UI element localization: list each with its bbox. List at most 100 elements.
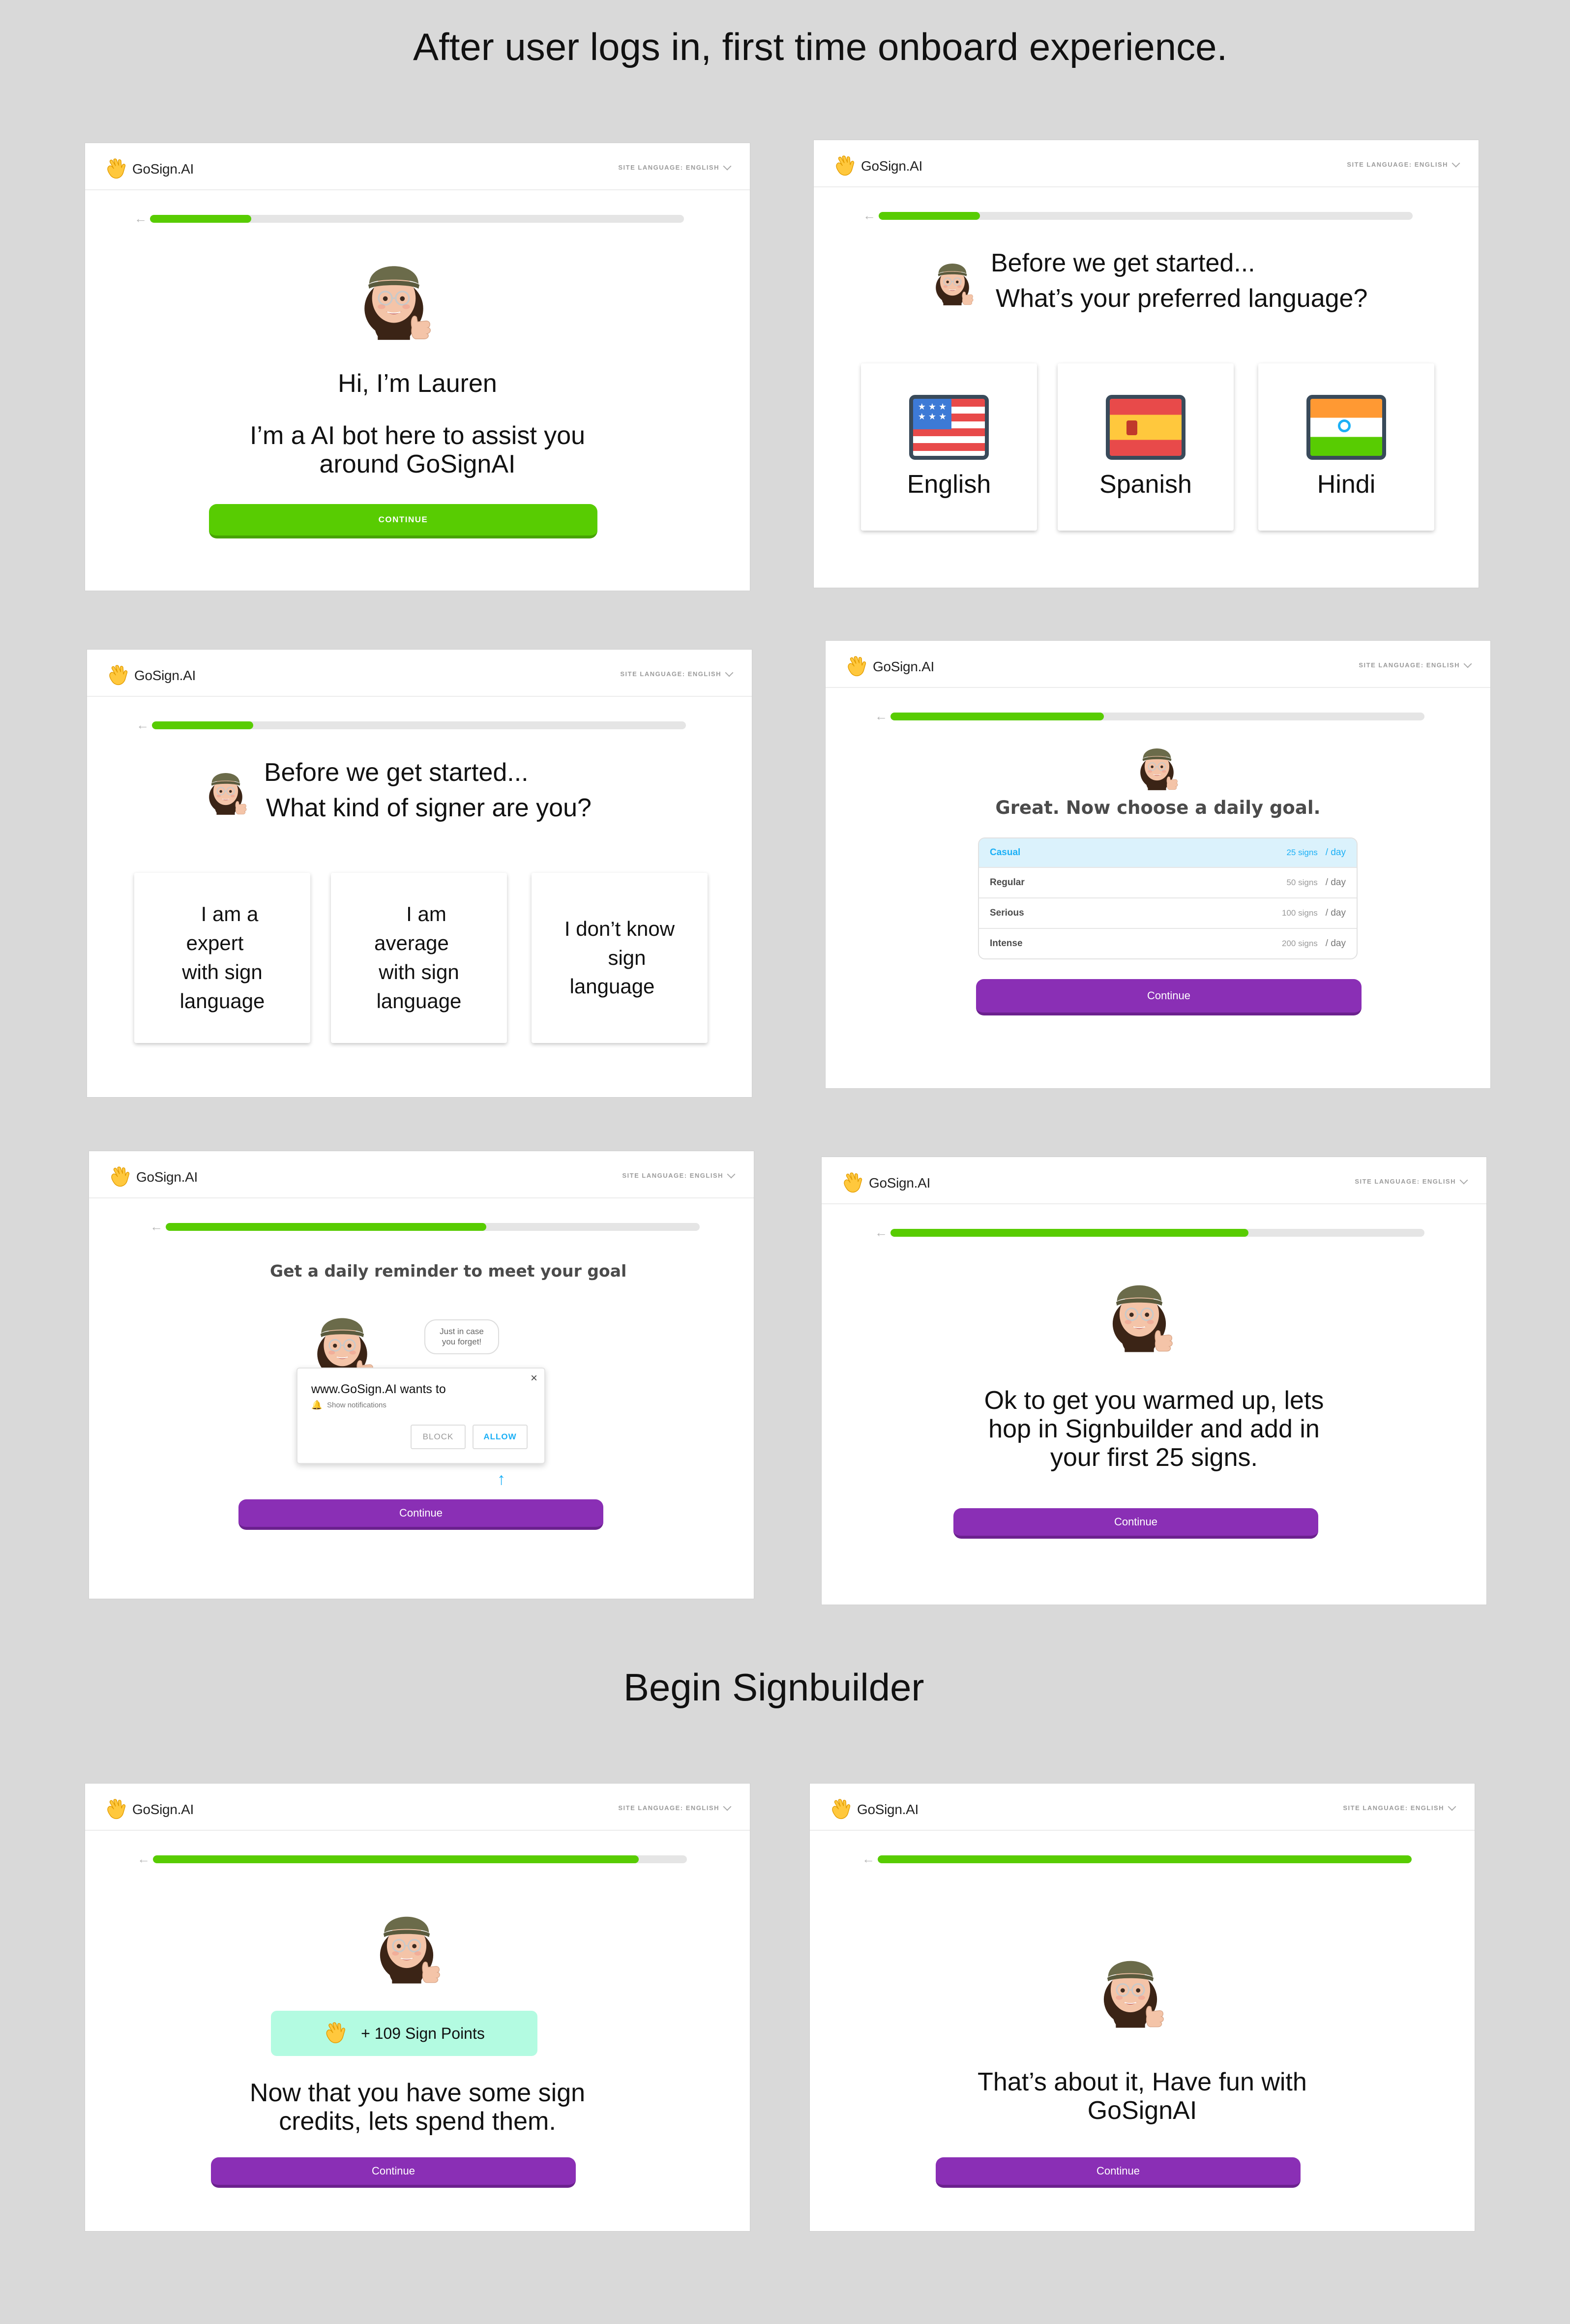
language-label: Spanish bbox=[1099, 470, 1192, 499]
site-language-dropdown[interactable]: SITE LANGUAGE: ENGLISH bbox=[618, 162, 732, 171]
site-language-dropdown[interactable]: SITE LANGUAGE: ENGLISH bbox=[1359, 659, 1472, 669]
signer-option-expert[interactable]: I am a expert with sign language bbox=[134, 873, 310, 1043]
logo-text: GoSign.AI bbox=[134, 668, 196, 683]
allow-button[interactable]: ALLOW bbox=[473, 1425, 528, 1449]
question-line-1: Before we get started... bbox=[264, 758, 529, 787]
chevron-down-icon bbox=[1463, 659, 1472, 668]
progress-fill bbox=[878, 1855, 1412, 1863]
logo[interactable]: GoSign.AI bbox=[109, 1166, 198, 1189]
screen-warmup: GoSign.AI SITE LANGUAGE: ENGLISH ← Ok to… bbox=[821, 1157, 1487, 1605]
site-language-dropdown[interactable]: SITE LANGUAGE: ENGLISH bbox=[620, 668, 734, 678]
goal-option-regular[interactable]: Regular 50 signs / day bbox=[979, 867, 1357, 897]
logo-text: GoSign.AI bbox=[132, 161, 194, 177]
logo[interactable]: GoSign.AI bbox=[105, 1798, 194, 1821]
block-button[interactable]: BLOCK bbox=[411, 1425, 466, 1449]
language-option-hindi[interactable]: Hindi bbox=[1258, 363, 1434, 531]
arrow-left-icon[interactable]: ← bbox=[862, 1851, 875, 1867]
continue-button[interactable]: Continue bbox=[238, 1499, 603, 1530]
waving-hand-icon bbox=[326, 2022, 346, 2043]
option-label: I don’t know sign language bbox=[564, 917, 675, 998]
chevron-down-icon bbox=[723, 1802, 732, 1811]
warmup-line-1: Ok to get you warmed up, lets bbox=[984, 1386, 1324, 1415]
intro-line-a: I’m a AI bot here to assist you bbox=[249, 421, 586, 450]
arrow-left-icon[interactable]: ← bbox=[137, 1851, 150, 1867]
continue-button[interactable]: Continue bbox=[976, 979, 1362, 1015]
chevron-down-icon bbox=[723, 162, 732, 170]
progress-bar bbox=[153, 1855, 687, 1863]
logo[interactable]: GoSign.AI bbox=[105, 158, 194, 180]
site-language-dropdown[interactable]: SITE LANGUAGE: ENGLISH bbox=[622, 1170, 736, 1179]
lauren-avatar bbox=[208, 773, 247, 815]
progress-fill bbox=[890, 713, 1104, 720]
goal-per-day: / day bbox=[1325, 938, 1346, 949]
close-icon[interactable]: × bbox=[531, 1371, 537, 1385]
logo[interactable]: GoSign.AI bbox=[829, 1798, 918, 1821]
progress-bar bbox=[152, 721, 686, 729]
goal-option-serious[interactable]: Serious 100 signs / day bbox=[979, 897, 1357, 928]
final-line-1: That’s about it, Have fun with bbox=[978, 2068, 1307, 2096]
intro-greeting: Hi, I’m Lauren bbox=[338, 369, 497, 398]
progress-bar bbox=[878, 1855, 1412, 1863]
screen-reminder: GoSign.AI SITE LANGUAGE: ENGLISH ← Get a… bbox=[89, 1151, 754, 1599]
top-bar: GoSign.AI SITE LANGUAGE: ENGLISH bbox=[85, 143, 750, 190]
progress-fill bbox=[152, 721, 254, 729]
language-option-spanish[interactable]: Spanish bbox=[1058, 363, 1234, 531]
arrow-left-icon[interactable]: ← bbox=[875, 709, 888, 724]
continue-button[interactable]: CONTINUE bbox=[209, 504, 597, 538]
progress-fill bbox=[166, 1223, 486, 1231]
screen-signer-level: GoSign.AI SITE LANGUAGE: ENGLISH ← Befor… bbox=[87, 649, 752, 1098]
goal-title: Great. Now choose a daily goal. bbox=[995, 797, 1321, 818]
logo[interactable]: GoSign.AI bbox=[107, 664, 196, 687]
arrow-left-icon[interactable]: ← bbox=[863, 208, 876, 223]
progress-fill bbox=[890, 1229, 1248, 1237]
language-option-english[interactable]: ★ ★ ★ ★ ★ ★ English bbox=[861, 363, 1037, 531]
question-line-2: What’s your preferred language? bbox=[996, 284, 1368, 313]
lauren-avatar bbox=[935, 263, 974, 306]
warmup-line-2: hop in Signbuilder and add in bbox=[988, 1415, 1320, 1443]
goal-option-casual[interactable]: Casual 25 signs / day bbox=[979, 838, 1357, 868]
arrow-left-icon[interactable]: ← bbox=[134, 211, 147, 226]
goal-name: Serious bbox=[990, 908, 1024, 918]
signer-option-average[interactable]: I am average with sign language bbox=[331, 873, 507, 1043]
chevron-down-icon bbox=[1452, 159, 1460, 167]
logo-text: GoSign.AI bbox=[873, 659, 934, 674]
goal-option-intense[interactable]: Intense 200 signs / day bbox=[979, 928, 1357, 958]
logo[interactable]: GoSign.AI bbox=[841, 1172, 930, 1194]
continue-button[interactable]: Continue bbox=[953, 1508, 1318, 1539]
top-bar: GoSign.AI SITE LANGUAGE: ENGLISH bbox=[826, 641, 1490, 688]
india-flag-icon bbox=[1306, 395, 1386, 460]
spain-flag-icon bbox=[1106, 395, 1185, 460]
bell-icon: 🔔 bbox=[311, 1400, 323, 1410]
arrow-left-icon[interactable]: ← bbox=[150, 1219, 163, 1234]
lauren-avatar bbox=[1112, 1284, 1173, 1353]
continue-button[interactable]: Continue bbox=[936, 2157, 1301, 2188]
goal-per-day: / day bbox=[1325, 908, 1346, 918]
progress-bar bbox=[879, 212, 1413, 220]
continue-button[interactable]: Continue bbox=[211, 2157, 576, 2188]
progress-bar bbox=[890, 1229, 1424, 1237]
progress-bar bbox=[166, 1223, 700, 1231]
progress-fill bbox=[153, 1855, 639, 1863]
signer-option-beginner[interactable]: I don’t know sign language bbox=[532, 873, 708, 1043]
site-language-dropdown[interactable]: SITE LANGUAGE: ENGLISH bbox=[618, 1802, 732, 1812]
logo[interactable]: GoSign.AI bbox=[833, 155, 922, 178]
goal-per-day: / day bbox=[1325, 877, 1346, 888]
points-line-1: Now that you have some sign bbox=[249, 2079, 586, 2107]
logo[interactable]: GoSign.AI bbox=[845, 655, 934, 678]
site-language-dropdown[interactable]: SITE LANGUAGE: ENGLISH bbox=[1355, 1176, 1468, 1185]
waving-hand-icon bbox=[832, 1799, 851, 1819]
arrow-left-icon[interactable]: ← bbox=[136, 717, 149, 733]
goal-name: Casual bbox=[990, 847, 1021, 858]
site-language-dropdown[interactable]: SITE LANGUAGE: ENGLISH bbox=[1347, 159, 1460, 168]
goal-name: Intense bbox=[990, 938, 1023, 949]
progress-bar bbox=[150, 215, 684, 223]
arrow-left-icon[interactable]: ← bbox=[875, 1225, 888, 1240]
site-language-dropdown[interactable]: SITE LANGUAGE: ENGLISH bbox=[1343, 1802, 1456, 1812]
page-heading-signbuilder: Begin Signbuilder bbox=[623, 1666, 924, 1709]
waving-hand-icon bbox=[109, 665, 128, 685]
notification-permission-popup: × www.GoSign.AI wants to 🔔 Show notifica… bbox=[296, 1368, 545, 1464]
reminder-title: Get a daily reminder to meet your goal bbox=[270, 1261, 627, 1281]
chevron-down-icon bbox=[725, 668, 734, 677]
points-line-2: credits, lets spend them. bbox=[279, 2107, 556, 2136]
chevron-down-icon bbox=[727, 1170, 736, 1178]
